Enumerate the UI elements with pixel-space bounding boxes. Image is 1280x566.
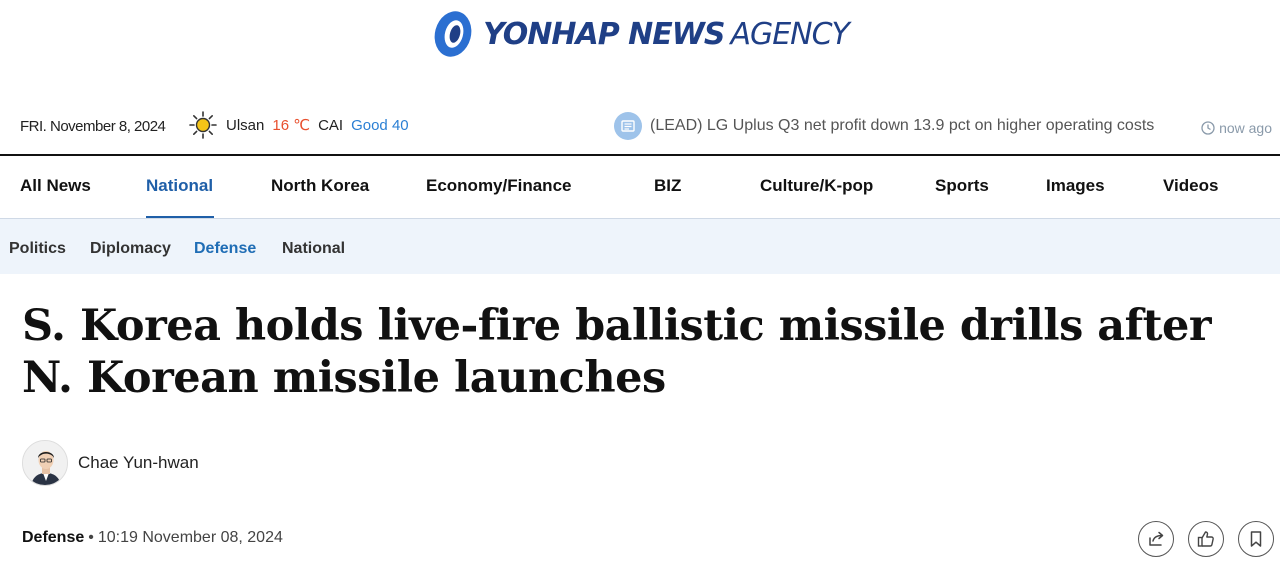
logo-wordmark: YONHAP NEWS AGENCY: [483, 16, 850, 52]
sub-nav: Politics Diplomacy Defense National: [0, 219, 1280, 274]
nav-sports[interactable]: Sports: [935, 176, 989, 196]
nav-culture-kpop[interactable]: Culture/K-pop: [760, 176, 873, 196]
subnav-national[interactable]: National: [282, 240, 345, 258]
nav-all-news[interactable]: All News: [20, 176, 91, 196]
avatar[interactable]: [22, 440, 68, 486]
like-button[interactable]: [1188, 521, 1224, 557]
logo-brand-bold: YONHAP NEWS: [483, 16, 725, 52]
author-name[interactable]: Chae Yun-hwan: [78, 453, 199, 473]
ticker-time: now ago: [1201, 120, 1272, 136]
article-timestamp: 10:19 November 08, 2024: [97, 529, 283, 546]
subnav-politics[interactable]: Politics: [9, 240, 66, 258]
nav-biz[interactable]: BIZ: [654, 176, 681, 196]
author-portrait-icon: [23, 441, 67, 485]
article-author[interactable]: Chae Yun-hwan: [22, 440, 199, 486]
current-date: FRI. November 8, 2024: [20, 118, 166, 135]
yonhap-logo-icon: [434, 11, 472, 57]
article-category[interactable]: Defense: [22, 529, 84, 546]
weather-temperature: 16 ℃: [272, 117, 311, 134]
subnav-diplomacy[interactable]: Diplomacy: [90, 240, 171, 258]
article-headline: S. Korea holds live-fire ballistic missi…: [22, 301, 1212, 403]
time-ago-text: now ago: [1219, 120, 1272, 136]
bookmark-icon: [1250, 531, 1262, 547]
site-logo[interactable]: YONHAP NEWS AGENCY: [0, 6, 1280, 62]
sun-icon: [189, 111, 217, 139]
main-nav: All News National North Korea Economy/Fi…: [0, 156, 1280, 218]
news-ticker[interactable]: (LEAD) LG Uplus Q3 net profit down 13.9 …: [614, 112, 1154, 140]
like-icon: [1197, 531, 1214, 547]
nav-national[interactable]: National: [146, 176, 213, 196]
cai-label: CAI: [318, 116, 344, 134]
weather-widget[interactable]: Ulsan 16 ℃ CAI Good 40: [188, 110, 409, 140]
weather-city: Ulsan: [226, 116, 265, 134]
nav-north-korea[interactable]: North Korea: [271, 176, 369, 196]
meta-separator: •: [88, 529, 94, 546]
article-actions: [1138, 521, 1274, 557]
nav-economy-finance[interactable]: Economy/Finance: [426, 176, 571, 196]
info-bar: FRI. November 8, 2024 Ulsan 16 ℃ CAI Goo…: [0, 104, 1280, 154]
subnav-defense[interactable]: Defense: [194, 240, 256, 258]
bookmark-button[interactable]: [1238, 521, 1274, 557]
cai-value: Good 40: [351, 116, 409, 134]
article-meta: Defense • 10:19 November 08, 2024: [22, 529, 283, 547]
clock-icon: [1201, 121, 1215, 135]
share-button[interactable]: [1138, 521, 1174, 557]
nav-videos[interactable]: Videos: [1163, 176, 1218, 196]
nav-images[interactable]: Images: [1046, 176, 1105, 196]
ticker-headline[interactable]: (LEAD) LG Uplus Q3 net profit down 13.9 …: [650, 117, 1154, 135]
share-icon: [1149, 531, 1164, 546]
logo-brand-light: AGENCY: [730, 16, 849, 52]
news-icon: [614, 112, 642, 140]
